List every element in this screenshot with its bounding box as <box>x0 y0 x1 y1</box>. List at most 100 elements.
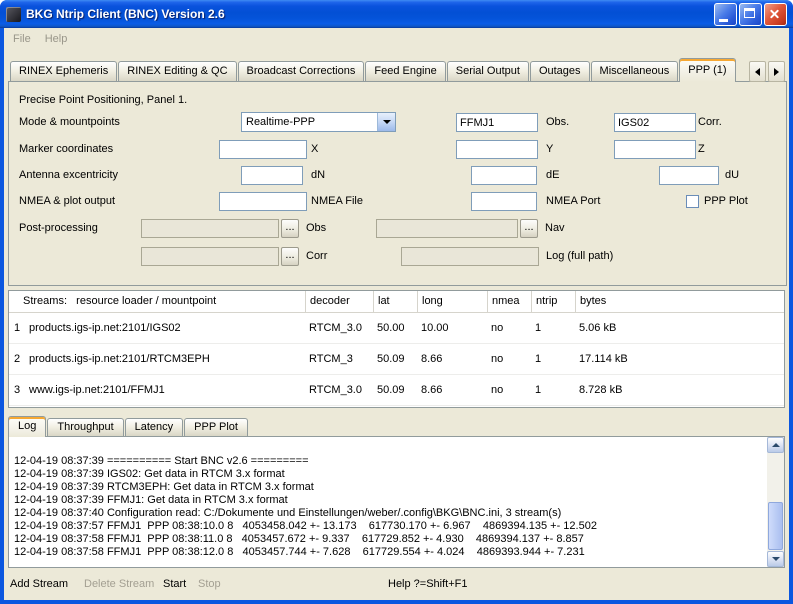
scroll-down-button[interactable] <box>767 551 784 567</box>
nmea-plot-output-label: NMEA & plot output <box>19 192 115 211</box>
stream-row-2[interactable]: 2 products.igs-ip.net:2101/RTCM3EPH RTCM… <box>9 344 784 375</box>
row-number: 3 <box>9 384 25 396</box>
z-label: Z <box>698 140 705 159</box>
stream-decoder: RTCM_3.0 <box>305 322 373 334</box>
stream-ntrip: 1 <box>531 384 575 396</box>
tab-miscellaneous[interactable]: Miscellaneous <box>591 61 679 81</box>
dn-label: dN <box>311 166 325 185</box>
log-tab-ppp-plot[interactable]: PPP Plot <box>184 418 248 436</box>
log-tab-log[interactable]: Log <box>8 416 46 437</box>
stream-row-1[interactable]: 1 products.igs-ip.net:2101/IGS02 RTCM_3.… <box>9 313 784 344</box>
stop-button: Stop <box>198 578 221 590</box>
app-icon[interactable] <box>6 7 21 22</box>
log-line: 12-04-19 08:37:39 IGS02: Get data in RTC… <box>14 468 764 481</box>
header-lat: lat <box>373 291 417 312</box>
stream-row-3[interactable]: 3 www.igs-ip.net:2101/FFMJ1 RTCM_3.0 50.… <box>9 375 784 406</box>
chevron-down-icon <box>383 120 391 124</box>
close-button[interactable] <box>764 3 787 26</box>
combo-dropdown-button[interactable] <box>377 113 395 131</box>
menu-help[interactable]: Help <box>38 30 75 48</box>
title-bar[interactable]: BKG Ntrip Client (BNC) Version 2.6 <box>0 0 793 28</box>
ppp-mode-select[interactable]: Realtime-PPP <box>241 112 396 132</box>
nmea-file-input[interactable] <box>219 192 307 211</box>
log-line: 12-04-19 08:37:58 FFMJ1 PPP 08:38:12.0 8… <box>14 546 764 559</box>
header-decoder: decoder <box>305 291 373 312</box>
minimize-icon <box>719 19 728 22</box>
delete-stream-button: Delete Stream <box>84 578 154 590</box>
antenna-de-input[interactable] <box>471 166 537 185</box>
tab-ppp-1[interactable]: PPP (1) <box>679 58 735 82</box>
stream-nmea: no <box>487 353 531 365</box>
start-button[interactable]: Start <box>163 578 186 590</box>
nmea-port-label: NMEA Port <box>546 192 600 211</box>
up-arrow-icon <box>772 443 780 447</box>
menu-file[interactable]: File <box>6 30 38 48</box>
stream-long: 10.00 <box>417 322 487 334</box>
window-title: BKG Ntrip Client (BNC) Version 2.6 <box>26 7 714 21</box>
marker-y-input[interactable] <box>456 140 538 159</box>
y-label: Y <box>546 140 553 159</box>
marker-x-input[interactable] <box>219 140 307 159</box>
stream-mountpoint: products.igs-ip.net:2101/RTCM3EPH <box>25 353 305 365</box>
stream-bytes: 17.114 kB <box>575 353 784 365</box>
corr-label: Corr. <box>698 113 722 132</box>
tab-broadcast-corrections[interactable]: Broadcast Corrections <box>238 61 365 81</box>
streams-table-header: Streams: resource loader / mountpoint de… <box>9 291 784 313</box>
menu-bar: File Help <box>4 28 789 49</box>
row-number: 2 <box>9 353 25 365</box>
mode-mountpoints-label: Mode & mountpoints <box>19 113 120 132</box>
stream-lat: 50.09 <box>373 384 417 396</box>
de-label: dE <box>546 166 559 185</box>
panel-title: Precise Point Positioning, Panel 1. <box>19 94 187 106</box>
stream-decoder: RTCM_3.0 <box>305 384 373 396</box>
antenna-dn-input[interactable] <box>241 166 303 185</box>
header-ntrip: ntrip <box>531 291 575 312</box>
main-tab-bar: RINEX Ephemeris RINEX Editing & QC Broad… <box>6 58 737 81</box>
post-processing-label: Post-processing <box>19 219 98 238</box>
nmea-port-input[interactable] <box>471 192 537 211</box>
tab-scrollers <box>749 61 785 82</box>
window-controls <box>714 3 787 26</box>
minimize-button[interactable] <box>714 3 737 26</box>
log-scrollbar[interactable] <box>767 437 784 567</box>
stream-decoder: RTCM_3 <box>305 353 373 365</box>
postproc-nav-browse-button[interactable]: ... <box>520 219 538 238</box>
ppp-plot-label: PPP Plot <box>704 192 748 211</box>
obs-mountpoint-input[interactable] <box>456 113 538 132</box>
stream-nmea: no <box>487 384 531 396</box>
scroll-up-button[interactable] <box>767 437 784 453</box>
marker-z-input[interactable] <box>614 140 696 159</box>
stream-nmea: no <box>487 322 531 334</box>
scrollbar-thumb[interactable] <box>768 502 783 550</box>
nmea-file-label: NMEA File <box>311 192 363 211</box>
log-tab-latency[interactable]: Latency <box>125 418 184 436</box>
postproc-log-input <box>401 247 539 266</box>
log-line: 12-04-19 08:37:57 FFMJ1 PPP 08:38:10.0 8… <box>14 520 764 533</box>
antenna-excentricity-label: Antenna excentricity <box>19 166 118 185</box>
tab-serial-output[interactable]: Serial Output <box>447 61 529 81</box>
du-label: dU <box>725 166 739 185</box>
tab-outages[interactable]: Outages <box>530 61 590 81</box>
log-line: 12-04-19 08:37:40 Configuration read: C:… <box>14 507 764 520</box>
antenna-du-input[interactable] <box>659 166 719 185</box>
postproc-obs-input <box>141 219 279 238</box>
row-number: 1 <box>9 322 25 334</box>
tab-scroll-left-button[interactable] <box>749 61 766 82</box>
streams-table: Streams: resource loader / mountpoint de… <box>8 290 785 408</box>
log-line: 12-04-19 08:37:39 RTCM3EPH: Get data in … <box>14 481 764 494</box>
postproc-nav-input <box>376 219 518 238</box>
log-line: 12-04-19 08:37:39 FFMJ1: Get data in RTC… <box>14 494 764 507</box>
add-stream-button[interactable]: Add Stream <box>10 578 68 590</box>
tab-rinex-ephemeris[interactable]: RINEX Ephemeris <box>10 61 117 81</box>
tab-scroll-right-button[interactable] <box>768 61 785 82</box>
postproc-corr-browse-button[interactable]: ... <box>281 247 299 266</box>
log-lines: 12-04-19 08:37:39 ========== Start BNC v… <box>14 455 764 559</box>
tab-feed-engine[interactable]: Feed Engine <box>365 61 445 81</box>
maximize-button[interactable] <box>739 3 762 26</box>
postproc-obs-browse-button[interactable]: ... <box>281 219 299 238</box>
ppp-plot-checkbox[interactable] <box>686 195 699 208</box>
corr-mountpoint-input[interactable] <box>614 113 696 132</box>
header-long: long <box>417 291 487 312</box>
log-tab-throughput[interactable]: Throughput <box>47 418 123 436</box>
tab-rinex-editing-qc[interactable]: RINEX Editing & QC <box>118 61 236 81</box>
